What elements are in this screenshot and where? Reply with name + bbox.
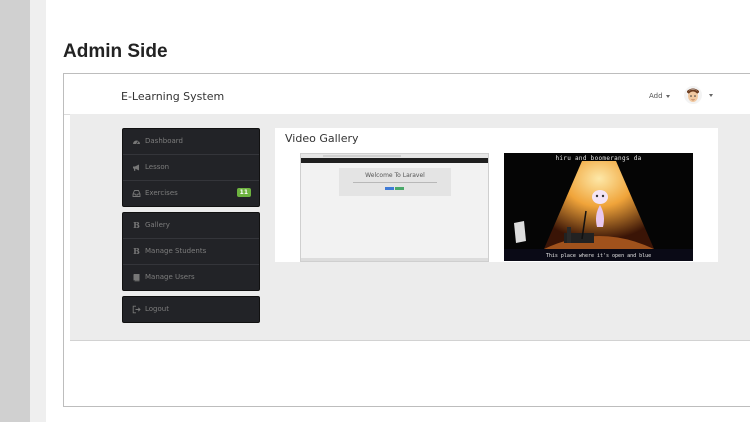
thumbnail-welcome-box: Welcome To Laravel: [339, 168, 451, 196]
sidebar-item-label: Manage Users: [145, 273, 195, 281]
sidebar-item-label: Gallery: [145, 221, 170, 229]
gallery-title: Video Gallery: [285, 132, 359, 145]
thumbnail-button-blue: [385, 187, 394, 190]
thumbnail-url-bar: [323, 155, 401, 157]
page-title: Admin Side: [63, 41, 168, 62]
megaphone-icon: [132, 163, 141, 172]
book-icon: [132, 273, 141, 282]
sidebar-item-label: Dashboard: [145, 137, 183, 145]
sidebar-item-manage-students[interactable]: B Manage Students: [123, 239, 259, 265]
user-avatar[interactable]: [684, 86, 702, 104]
sidebar-item-label: Manage Students: [145, 247, 207, 255]
thumbnail-navbar: [301, 158, 488, 163]
sidebar-item-label: Lesson: [145, 163, 170, 171]
sidebar-item-lesson[interactable]: Lesson: [123, 155, 259, 181]
sidebar-item-label: Logout: [145, 305, 169, 313]
sidebar: Dashboard Lesson Exercises 11 B Gallery …: [122, 128, 260, 328]
add-label: Add: [649, 92, 663, 100]
thumbnail-subtext-line: [353, 182, 437, 183]
app-screenshot-frame: E-Learning System Add Dashboard Lesson E…: [63, 73, 750, 407]
thumbnail-status-bar: [301, 258, 488, 261]
sidebar-group-manage: B Gallery B Manage Students Manage Users: [122, 212, 260, 291]
dashboard-icon: [132, 137, 141, 146]
inbox-icon: [132, 189, 141, 198]
content-area: Dashboard Lesson Exercises 11 B Gallery …: [70, 114, 750, 341]
left-gutter: [0, 0, 30, 422]
stage-scene-illustration: [504, 153, 693, 261]
sidebar-item-manage-users[interactable]: Manage Users: [123, 265, 259, 290]
sidebar-group-session: Logout: [122, 296, 260, 323]
video-thumbnail-laravel[interactable]: Welcome To Laravel: [300, 153, 489, 262]
add-dropdown[interactable]: Add: [649, 92, 670, 100]
exercises-count-badge: 11: [236, 188, 251, 197]
sidebar-item-gallery[interactable]: B Gallery: [123, 213, 259, 239]
left-strip: [30, 0, 46, 422]
sidebar-item-exercises[interactable]: Exercises 11: [123, 181, 259, 206]
video-caption-top: hiru and boomerangs da: [555, 155, 642, 162]
bold-b-icon: B: [133, 220, 140, 230]
sidebar-group-main: Dashboard Lesson Exercises 11: [122, 128, 260, 207]
video-gallery-panel: Video Gallery Welcome To Laravel hiru an…: [275, 128, 718, 262]
video-thumbnail-stage[interactable]: hiru and boomerangs da This place where …: [504, 153, 693, 261]
sidebar-item-logout[interactable]: Logout: [123, 297, 259, 322]
thumbnail-welcome-text: Welcome To Laravel: [365, 172, 425, 179]
top-navbar: E-Learning System Add: [64, 74, 750, 115]
sidebar-item-dashboard[interactable]: Dashboard: [123, 129, 259, 155]
brand-title[interactable]: E-Learning System: [121, 90, 224, 103]
chevron-down-icon: [665, 94, 670, 98]
sidebar-item-label: Exercises: [145, 189, 178, 197]
video-caption-bottom: This place where it's open and blue: [545, 253, 652, 259]
logout-icon: [132, 305, 141, 314]
thumbnail-button-green: [395, 187, 404, 190]
bold-b-icon: B: [133, 246, 140, 256]
avatar-chevron-down-icon[interactable]: [709, 94, 713, 97]
